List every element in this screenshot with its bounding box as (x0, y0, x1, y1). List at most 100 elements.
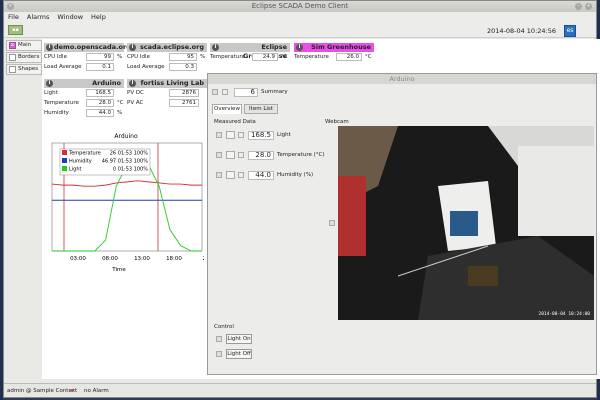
info-icon[interactable]: i (46, 80, 53, 87)
alarm-bell-icon[interactable]: ≠ (70, 384, 75, 398)
legend-value: 26 01:53 100% (110, 151, 148, 157)
value-field: 168.5 (86, 89, 114, 97)
webcam-timestamp: 2014-08-04 10:24:00 (538, 312, 590, 317)
nav-item-main[interactable]: x Main (6, 40, 42, 51)
toolbar-action-button[interactable]: ▪▪ (8, 25, 23, 35)
menu-help[interactable]: Help (91, 13, 106, 21)
summary-toggle[interactable] (222, 89, 228, 95)
item-toggle[interactable] (238, 132, 244, 138)
item-label: Humidity (%) (277, 172, 314, 178)
menu-window[interactable]: Window (57, 13, 83, 21)
x-tick-label: 13:00 (134, 256, 150, 262)
value-field: 0.1 (86, 63, 114, 71)
measured-data-label: Measured Data (214, 119, 256, 125)
item-checkbox[interactable] (216, 172, 222, 178)
light-off-checkbox[interactable] (216, 351, 222, 357)
window-close-icon[interactable]: × (7, 3, 14, 10)
item-info-icon[interactable] (226, 171, 235, 179)
value-field: 28.0 (86, 99, 114, 107)
info-icon[interactable]: i (296, 44, 303, 51)
webcam-scene (338, 126, 594, 320)
menu-alarms[interactable]: Alarms (27, 13, 50, 21)
window-maximize-icon[interactable]: + (585, 3, 592, 10)
row-light: Light 168.5 (44, 88, 124, 98)
panel-header: iEclipse Greenhouse (210, 43, 290, 60)
light-on-checkbox[interactable] (216, 336, 222, 342)
unit: % (117, 110, 123, 116)
item-checkbox[interactable] (216, 152, 222, 158)
measured-row-temperature: 28.0 Temperature (°C) (216, 150, 326, 162)
panel-eclipse-greenhouse: iEclipse Greenhouse Temperature 24.9°C (210, 43, 290, 62)
window-minimize-icon[interactable]: – (575, 3, 582, 10)
window-titlebar[interactable]: Eclipse SCADA Demo Client × – + (4, 1, 596, 12)
dialog-title[interactable]: Arduino (208, 74, 596, 84)
page-icon (9, 66, 16, 73)
legend-label: Light (69, 167, 82, 173)
row-label: Light (44, 90, 58, 96)
unit: °C (365, 54, 372, 60)
row-cpu-idle: CPU Idle 95% (127, 52, 207, 62)
unit: °C (117, 100, 124, 106)
datetime-display: 2014-08-04 10:24:56 (486, 27, 556, 35)
measured-row-humidity: 44.0 Humidity (%) (216, 170, 326, 182)
row-pv-dc: PV DC 2876 (127, 88, 207, 98)
panel-header: i demo.openscada.org (44, 43, 131, 52)
nav-item-shapes[interactable]: Shapes (6, 64, 42, 75)
row-pv-ac: PV AC 2761 (127, 98, 207, 108)
page-icon (9, 54, 16, 61)
info-icon[interactable]: i (212, 44, 219, 51)
legend-value: 46.97 01:53 100% (102, 159, 148, 165)
row-temperature: Temperature 26.0 °C (294, 52, 374, 62)
menu-file[interactable]: File (8, 13, 19, 21)
legend-label: Temperature (68, 151, 101, 157)
close-x-icon: x (9, 42, 16, 49)
legend-value: 0 01:53 100% (113, 167, 148, 173)
panel-header: i scada.eclipse.org (127, 43, 207, 52)
value-field: 26.0 (336, 53, 362, 61)
row-label: PV AC (127, 100, 144, 106)
item-toggle[interactable] (238, 152, 244, 158)
summary-value: 6 (234, 88, 258, 97)
control-label: Control (214, 324, 234, 330)
webcam-checkbox[interactable] (329, 220, 335, 226)
nav-item-borders[interactable]: Borders (6, 52, 42, 63)
info-icon[interactable]: i (129, 80, 136, 87)
panel-demo: i demo.openscada.org CPU Idle 99% Load Ave… (44, 43, 131, 72)
light-on-button[interactable]: Light On (226, 334, 252, 344)
value-field: 95 (169, 53, 197, 61)
summary-checkbox[interactable] (212, 89, 218, 95)
panel-fortiss: i fortiss Living Lab PV DC 2876 PV AC 2761 (127, 79, 207, 108)
tab-overview[interactable]: Overview (212, 104, 242, 114)
value-field: 44.0 (86, 109, 114, 117)
value-field: 24.9 (252, 53, 278, 61)
row-humidity: Humidity 44.0% (44, 108, 124, 118)
row-temperature: Temperature 28.0 °C (44, 98, 124, 108)
arduino-chart[interactable]: Arduino 03:00 08:00 13:00 18:00 23 Time Temper… (48, 131, 210, 273)
info-icon[interactable]: i (46, 44, 53, 51)
nav-label: Shapes (18, 66, 39, 72)
unit: % (200, 54, 206, 60)
light-off-button[interactable]: Light Off (226, 349, 252, 359)
row-label: CPU Idle (127, 54, 150, 60)
measured-list: 168.5 Light 28.0 Temperature (°C) 44.0 H… (216, 130, 326, 190)
item-info-icon[interactable] (226, 131, 235, 139)
panel-sim-greenhouse: i Sim Greenhouse Temperature 26.0 °C (294, 43, 374, 62)
unit: % (117, 54, 123, 60)
info-icon[interactable]: i (129, 44, 136, 51)
left-navigation: x Main Borders Shapes (6, 40, 42, 380)
panel-scada: i scada.eclipse.org CPU Idle 95% Load Aver… (127, 43, 207, 72)
status-alarm: no Alarm (84, 388, 109, 394)
tab-item-list[interactable]: Item List (244, 104, 278, 114)
panel-title: Arduino (92, 79, 121, 87)
value-field: 0.3 (169, 63, 197, 71)
value-field: 44.0 (248, 171, 274, 180)
row-load-average: Load Average 0.1 (44, 62, 124, 72)
legend-swatch (62, 166, 67, 171)
toolbar: ▪▪ 2014-08-04 10:24:56 es (4, 22, 596, 38)
item-label: Temperature (°C) (277, 152, 325, 158)
panel-header: i Sim Greenhouse (294, 43, 374, 52)
row-label: PV DC (127, 90, 144, 96)
item-info-icon[interactable] (226, 151, 235, 159)
item-checkbox[interactable] (216, 132, 222, 138)
item-toggle[interactable] (238, 172, 244, 178)
